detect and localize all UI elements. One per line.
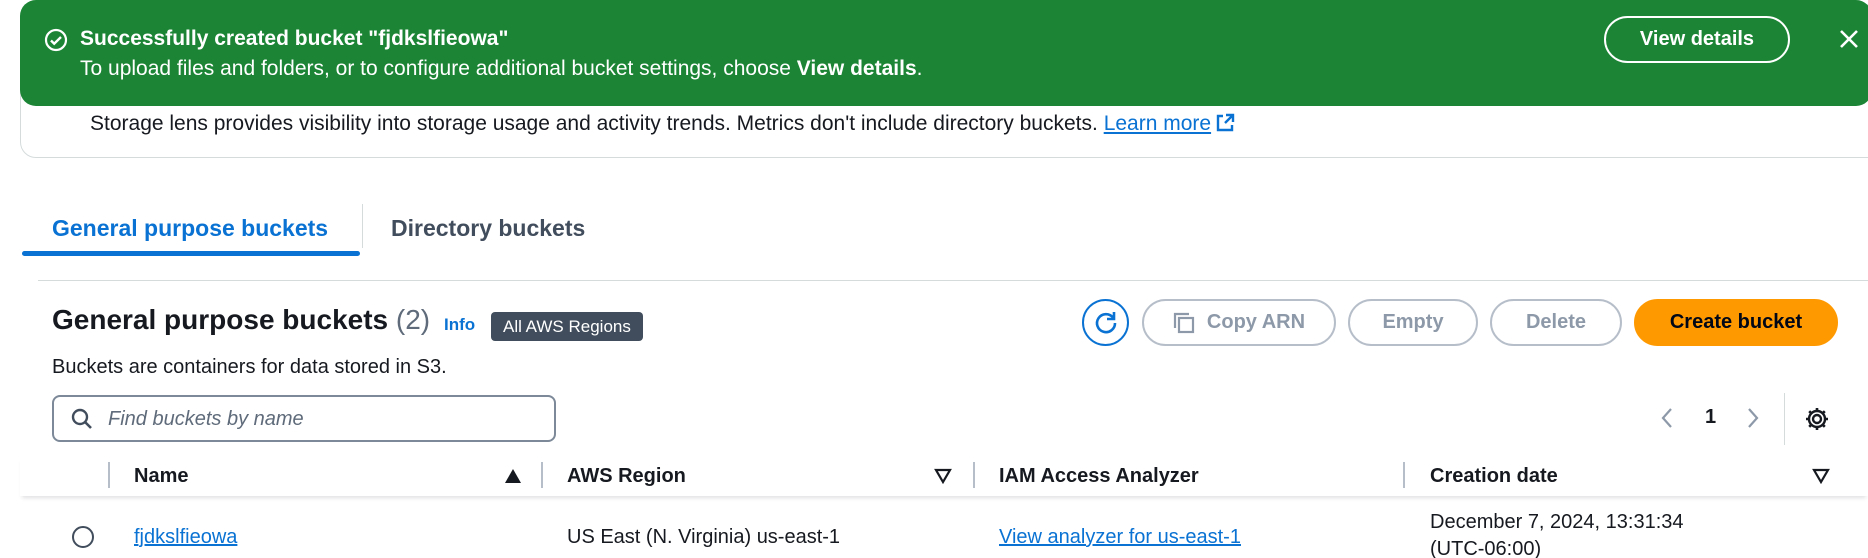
tab-divider bbox=[362, 204, 363, 248]
region-cell: US East (N. Virginia) us-east-1 bbox=[567, 526, 841, 548]
search-field[interactable] bbox=[52, 395, 556, 442]
check-circle-icon bbox=[44, 28, 68, 52]
creation-date-cell: December 7, 2024, 13:31:34 bbox=[1430, 511, 1684, 533]
learn-more-link[interactable]: Learn more bbox=[1104, 112, 1235, 135]
copy-icon bbox=[1173, 312, 1195, 333]
column-separator bbox=[541, 462, 543, 488]
copy-arn-button[interactable]: Copy ARN bbox=[1142, 299, 1336, 346]
panel-description: Buckets are containers for data stored i… bbox=[52, 356, 447, 378]
column-header-analyzer[interactable]: IAM Access Analyzer bbox=[999, 465, 1199, 488]
close-icon[interactable] bbox=[1838, 28, 1860, 50]
bucket-count: (2) bbox=[395, 304, 431, 335]
storage-lens-text: Storage lens provides visibility into st… bbox=[90, 112, 1235, 136]
table-row: fjdkslfieowa US East (N. Virginia) us-ea… bbox=[20, 500, 1868, 558]
refresh-icon bbox=[1095, 311, 1116, 333]
bucket-name-cell: fjdkslfieowa bbox=[134, 526, 237, 549]
sort-ascending-icon[interactable] bbox=[504, 468, 522, 484]
column-header-creation-date[interactable]: Creation date bbox=[1430, 465, 1558, 488]
chevron-right-icon[interactable] bbox=[1746, 407, 1760, 429]
column-separator bbox=[973, 462, 975, 488]
tabs-divider bbox=[38, 280, 1868, 281]
table-header: Name AWS Region IAM Access Analyzer Crea… bbox=[20, 456, 1868, 496]
pagination-divider bbox=[1784, 393, 1785, 445]
chevron-left-icon[interactable] bbox=[1660, 407, 1674, 429]
success-flash-banner: Successfully created bucket "fjdkslfieow… bbox=[20, 0, 1868, 106]
gear-icon[interactable] bbox=[1804, 406, 1830, 432]
panel-title: General purpose buckets (2) bbox=[52, 304, 431, 335]
analyzer-cell: View analyzer for us-east-1 bbox=[999, 526, 1241, 549]
view-details-button[interactable]: View details bbox=[1604, 16, 1790, 63]
flash-message: To upload files and folders, or to confi… bbox=[80, 57, 923, 80]
create-bucket-button[interactable]: Create bucket bbox=[1634, 299, 1838, 346]
bucket-name-link[interactable]: fjdkslfieowa bbox=[134, 526, 237, 548]
empty-button[interactable]: Empty bbox=[1348, 299, 1478, 346]
sort-icon[interactable] bbox=[1812, 468, 1830, 484]
page-number[interactable]: 1 bbox=[1705, 406, 1716, 429]
refresh-button[interactable] bbox=[1082, 299, 1129, 346]
column-header-region[interactable]: AWS Region bbox=[567, 465, 686, 488]
view-analyzer-link[interactable]: View analyzer for us-east-1 bbox=[999, 526, 1241, 548]
search-icon bbox=[71, 408, 92, 429]
sort-icon[interactable] bbox=[934, 468, 952, 484]
row-select-radio[interactable] bbox=[72, 526, 94, 548]
delete-button[interactable]: Delete bbox=[1490, 299, 1622, 346]
tab-directory-buckets[interactable]: Directory buckets bbox=[391, 200, 585, 256]
column-header-name[interactable]: Name bbox=[134, 465, 188, 488]
column-separator bbox=[108, 462, 110, 488]
creation-date-timezone: (UTC-06:00) bbox=[1430, 538, 1542, 558]
column-separator bbox=[1403, 462, 1405, 488]
info-link[interactable]: Info bbox=[444, 315, 475, 335]
region-badge: All AWS Regions bbox=[491, 312, 643, 341]
flash-title: Successfully created bucket "fjdkslfieow… bbox=[80, 27, 509, 50]
search-input[interactable] bbox=[108, 405, 538, 433]
external-link-icon bbox=[1216, 113, 1235, 132]
tab-general-purpose-buckets[interactable]: General purpose buckets bbox=[22, 200, 360, 256]
